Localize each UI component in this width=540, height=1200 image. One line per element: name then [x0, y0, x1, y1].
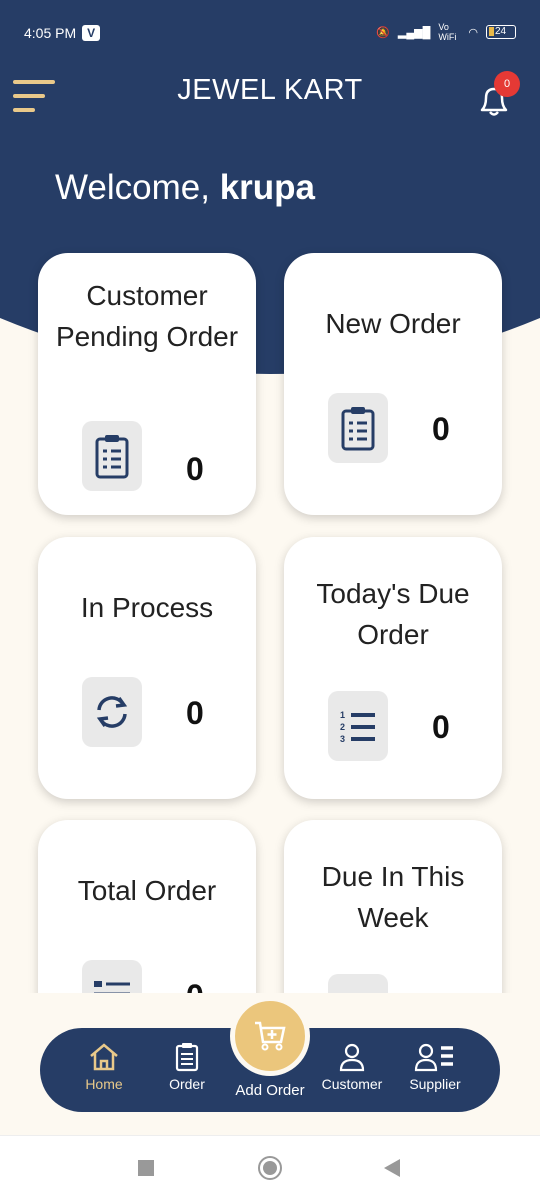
- cart-plus-icon: [255, 1021, 286, 1051]
- back-button[interactable]: [384, 1159, 400, 1177]
- card-value: 0: [432, 411, 450, 447]
- notification-button[interactable]: 0: [472, 71, 520, 116]
- refresh-icon: [82, 677, 142, 747]
- card-value: 0: [186, 451, 204, 487]
- nav-add-order[interactable]: Add Order: [225, 1082, 315, 1099]
- svg-text:3: 3: [340, 734, 345, 744]
- welcome-text: Welcome, krupa: [55, 168, 315, 208]
- card-value: 0: [432, 992, 450, 993]
- nav-label: Add Order: [235, 1082, 305, 1099]
- card-new-order[interactable]: New Order 0: [284, 253, 502, 515]
- svg-text:2: 2: [340, 722, 345, 732]
- numbered-list-icon: 1 2 3: [328, 691, 388, 761]
- mute-icon: 🔕: [376, 26, 390, 39]
- person-icon: [339, 1043, 365, 1072]
- person-list-icon: [414, 1043, 453, 1072]
- card-in-process[interactable]: In Process 0: [38, 537, 256, 799]
- card-customer-pending-order[interactable]: Customer Pending Order 0: [38, 253, 256, 515]
- nav-label: Order: [169, 1076, 205, 1092]
- system-nav-bar: [0, 1135, 540, 1200]
- card-todays-due-order[interactable]: Today's Due Order 1 2 3 0: [284, 537, 502, 799]
- add-order-button[interactable]: [230, 996, 310, 1076]
- clipboard-icon: [328, 393, 388, 463]
- card-value: 0: [186, 695, 204, 731]
- carrier-badge: V: [82, 25, 101, 41]
- calendar-icon: [328, 974, 388, 993]
- recents-button[interactable]: [138, 1160, 154, 1176]
- svg-text:1: 1: [340, 710, 345, 720]
- nav-home[interactable]: Home: [64, 1042, 144, 1092]
- nav-customer[interactable]: Customer: [312, 1042, 392, 1092]
- card-total-order[interactable]: Total Order 0: [38, 820, 256, 993]
- card-label: New Order: [325, 308, 461, 339]
- status-bar: 4:05 PM V 🔕 ▂▄▆█ Vo WiFi ◠ 24: [24, 22, 516, 44]
- nav-label: Home: [85, 1076, 123, 1092]
- card-value: 0: [186, 978, 204, 993]
- app-title: JEWEL KART: [177, 74, 363, 106]
- wifi-icon: ◠: [468, 26, 478, 39]
- welcome-prefix: Welcome,: [55, 168, 220, 207]
- card-label: Customer Pending Order: [55, 280, 239, 352]
- notification-badge: 0: [494, 71, 520, 97]
- nav-supplier[interactable]: Supplier: [395, 1042, 475, 1092]
- card-value: 0: [432, 709, 450, 745]
- card-label: Total Order: [77, 875, 217, 906]
- card-label: In Process: [80, 592, 214, 623]
- battery-level: 24: [495, 26, 507, 37]
- battery-icon: 24: [486, 25, 516, 39]
- home-icon: [90, 1043, 118, 1071]
- status-time: 4:05 PM: [24, 25, 77, 41]
- dashboard-cards[interactable]: Customer Pending Order 0 New Order 0 In …: [0, 240, 540, 993]
- user-name: krupa: [219, 168, 315, 207]
- card-due-in-this-week[interactable]: Due In This Week 0: [284, 820, 502, 993]
- nav-label: Supplier: [409, 1076, 461, 1092]
- clipboard-icon: [82, 421, 142, 491]
- clipboard-icon: [175, 1043, 199, 1072]
- card-label: Today's Due Order: [316, 578, 470, 650]
- home-system-button[interactable]: [258, 1156, 282, 1180]
- list-icon: [82, 960, 142, 993]
- signal-icon: ▂▄▆█: [397, 26, 431, 39]
- card-label: Due In This Week: [321, 861, 465, 933]
- vowifi-label: Vo WiFi: [438, 22, 457, 42]
- nav-label: Customer: [321, 1076, 383, 1092]
- nav-order[interactable]: Order: [147, 1042, 227, 1092]
